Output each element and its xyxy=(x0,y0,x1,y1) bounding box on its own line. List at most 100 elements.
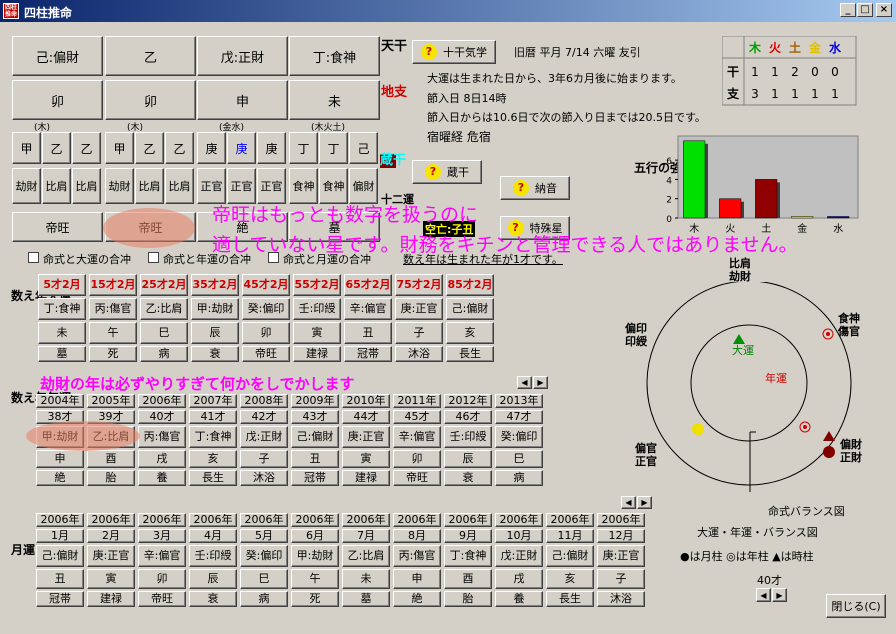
getsuun-shi-button[interactable]: 酉 xyxy=(444,569,492,589)
getsuun-shi-button[interactable]: 辰 xyxy=(189,569,237,589)
zokan-star-button[interactable]: 偏財 xyxy=(349,168,378,204)
taiun-unsei-button[interactable]: 墓 xyxy=(38,346,86,362)
zokan-button[interactable]: 甲 xyxy=(12,132,41,164)
tenkan-button[interactable]: 己:偏財 xyxy=(12,36,103,76)
nenun-shi-button[interactable]: 子 xyxy=(240,450,288,468)
getsuun-shi-button[interactable]: 申 xyxy=(393,569,441,589)
nenun-kan-button[interactable]: 丁:食神 xyxy=(189,426,237,448)
getsuun-unsei-button[interactable]: 長生 xyxy=(546,591,594,607)
taiun-age-button[interactable]: 65才2月 xyxy=(344,274,392,296)
getsuun-year-button[interactable]: 2006年 xyxy=(342,513,390,527)
getsuun-year-button[interactable]: 2006年 xyxy=(597,513,645,527)
nenun-age-button[interactable]: 46才 xyxy=(444,410,492,424)
nenun-scroll-right[interactable]: ▶ xyxy=(637,496,652,509)
getsuun-year-button[interactable]: 2006年 xyxy=(36,513,84,527)
taiun-shi-button[interactable]: 巳 xyxy=(140,322,188,344)
minimize-button[interactable]: _ xyxy=(840,3,856,17)
chishi-button[interactable]: 卯 xyxy=(105,80,196,120)
getsuun-kan-button[interactable]: 丙:傷官 xyxy=(393,545,441,567)
getsuun-kan-button[interactable]: 辛:偏官 xyxy=(138,545,186,567)
zokan-star-button[interactable]: 比肩 xyxy=(165,168,194,204)
maximize-button[interactable]: □ xyxy=(857,3,873,17)
taiun-unsei-button[interactable]: 病 xyxy=(140,346,188,362)
zokan-star-button[interactable]: 食神 xyxy=(289,168,318,204)
nenun-year-button[interactable]: 2008年 xyxy=(240,394,288,408)
taiun-age-button[interactable]: 75才2月 xyxy=(395,274,443,296)
getsuun-year-button[interactable]: 2006年 xyxy=(444,513,492,527)
nenun-kan-button[interactable]: 丙:傷官 xyxy=(138,426,186,448)
getsuun-unsei-button[interactable]: 冠帯 xyxy=(36,591,84,607)
nenun-shi-button[interactable]: 巳 xyxy=(495,450,543,468)
zokan-star-button[interactable]: 正官 xyxy=(257,168,286,204)
taiun-unsei-button[interactable]: 衰 xyxy=(191,346,239,362)
taiun-kan-button[interactable]: 甲:劫財 xyxy=(191,298,239,320)
taiun-age-button[interactable]: 25才2月 xyxy=(140,274,188,296)
taiun-unsei-button[interactable]: 冠帯 xyxy=(344,346,392,362)
taiun-unsei-button[interactable]: 死 xyxy=(89,346,137,362)
nocchin-button[interactable]: ? 納音 xyxy=(500,176,570,200)
nenun-year-button[interactable]: 2006年 xyxy=(138,394,186,408)
nenun-year-button[interactable]: 2013年 xyxy=(495,394,543,408)
taiun-shi-button[interactable]: 寅 xyxy=(293,322,341,344)
checkbox[interactable] xyxy=(28,252,39,263)
nenun-unsei-button[interactable]: 胎 xyxy=(87,470,135,486)
getsuun-unsei-button[interactable]: 絶 xyxy=(393,591,441,607)
zokan-button[interactable]: 丁 xyxy=(289,132,318,164)
chishi-button[interactable]: 未 xyxy=(289,80,380,120)
age-scroll-left[interactable]: ◀ xyxy=(756,588,771,602)
nenun-age-button[interactable]: 41才 xyxy=(189,410,237,424)
nenun-shi-button[interactable]: 卯 xyxy=(393,450,441,468)
zokan-button[interactable]: ? 蔵干 xyxy=(412,160,482,184)
getsuun-month-button[interactable]: 2月 xyxy=(87,529,135,543)
taiun-kan-button[interactable]: 丙:傷官 xyxy=(89,298,137,320)
nenun-kan-button[interactable]: 己:偏財 xyxy=(291,426,339,448)
zokan-star-button[interactable]: 比肩 xyxy=(42,168,71,204)
zokan-button[interactable]: 乙 xyxy=(165,132,194,164)
taiun-shi-button[interactable]: 午 xyxy=(89,322,137,344)
zokan-button[interactable]: 丁 xyxy=(319,132,348,164)
taiun-shi-button[interactable]: 未 xyxy=(38,322,86,344)
getsuun-kan-button[interactable]: 己:偏財 xyxy=(36,545,84,567)
taiun-age-button[interactable]: 15才2月 xyxy=(89,274,137,296)
nenun-year-button[interactable]: 2005年 xyxy=(87,394,135,408)
zokan-button[interactable]: 甲 xyxy=(105,132,134,164)
tenkan-button[interactable]: 戊:正財 xyxy=(197,36,288,76)
getsuun-unsei-button[interactable]: 帝旺 xyxy=(138,591,186,607)
checkbox[interactable] xyxy=(148,252,159,263)
chishi-button[interactable]: 申 xyxy=(197,80,288,120)
taiun-kan-button[interactable]: 己:偏財 xyxy=(446,298,494,320)
getsuun-month-button[interactable]: 4月 xyxy=(189,529,237,543)
zokan-button[interactable]: 乙 xyxy=(72,132,101,164)
taiun-age-button[interactable]: 85才2月 xyxy=(446,274,494,296)
nenun-age-button[interactable]: 40才 xyxy=(138,410,186,424)
nenun-year-button[interactable]: 2009年 xyxy=(291,394,339,408)
taiun-shi-button[interactable]: 辰 xyxy=(191,322,239,344)
nenun-age-button[interactable]: 45才 xyxy=(393,410,441,424)
zokan-button[interactable]: 庚 xyxy=(227,132,256,164)
nenun-year-button[interactable]: 2010年 xyxy=(342,394,390,408)
nenun-shi-button[interactable]: 戌 xyxy=(138,450,186,468)
nenun-shi-button[interactable]: 辰 xyxy=(444,450,492,468)
nenun-shi-button[interactable]: 丑 xyxy=(291,450,339,468)
nenun-unsei-button[interactable]: 沐浴 xyxy=(240,470,288,486)
getsuun-year-button[interactable]: 2006年 xyxy=(87,513,135,527)
zokan-star-button[interactable]: 正官 xyxy=(227,168,256,204)
getsuun-shi-button[interactable]: 戌 xyxy=(495,569,543,589)
taiun-kan-button[interactable]: 壬:印綬 xyxy=(293,298,341,320)
getsuun-month-button[interactable]: 8月 xyxy=(393,529,441,543)
getsuun-unsei-button[interactable]: 養 xyxy=(495,591,543,607)
nenun-year-button[interactable]: 2011年 xyxy=(393,394,441,408)
getsuun-year-button[interactable]: 2006年 xyxy=(546,513,594,527)
close-window-button[interactable]: × xyxy=(876,3,892,17)
getsuun-year-button[interactable]: 2006年 xyxy=(240,513,288,527)
nenun-year-button[interactable]: 2004年 xyxy=(36,394,84,408)
getsuun-shi-button[interactable]: 卯 xyxy=(138,569,186,589)
nenun-age-button[interactable]: 43才 xyxy=(291,410,339,424)
zokan-star-button[interactable]: 食神 xyxy=(319,168,348,204)
getsuun-month-button[interactable]: 1月 xyxy=(36,529,84,543)
getsuun-year-button[interactable]: 2006年 xyxy=(291,513,339,527)
close-button[interactable]: 閉じる(C) xyxy=(826,594,886,618)
nenun-shi-button[interactable]: 亥 xyxy=(189,450,237,468)
nenun-age-button[interactable]: 42才 xyxy=(240,410,288,424)
taiun-shi-button[interactable]: 子 xyxy=(395,322,443,344)
